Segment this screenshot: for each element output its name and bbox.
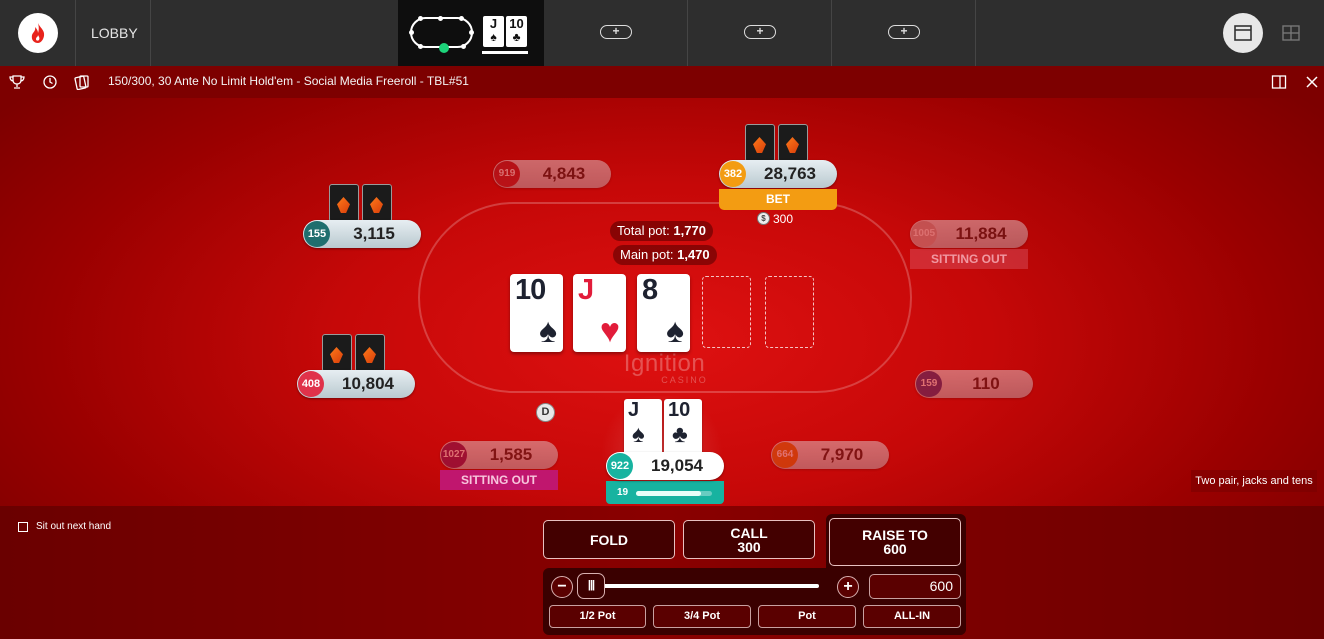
three-quarter-pot-button[interactable]: 3/4 Pot <box>653 605 751 628</box>
half-pot-button[interactable]: 1/2 Pot <box>549 605 646 628</box>
player-action-label: BET <box>719 189 837 210</box>
mini-hole-card: 10 ♣ <box>506 16 527 47</box>
player-stack: 1,585 <box>489 445 533 464</box>
single-table-view-button[interactable] <box>1223 13 1263 53</box>
hand-history-icon[interactable] <box>41 73 59 91</box>
bet-amount-input[interactable]: 600 <box>869 574 961 599</box>
bet-chip-icon: $ <box>757 212 770 225</box>
add-table-button[interactable]: + <box>888 25 920 39</box>
total-pot: Total pot: 1,770 <box>610 221 713 241</box>
community-card: 8 ♠ <box>637 274 690 352</box>
table-title: 150/300, 30 Ante No Limit Hold'em - Soci… <box>108 74 469 88</box>
player-rank-badge: 382 <box>720 161 746 187</box>
player-rank-badge: 159 <box>916 371 942 397</box>
player-rank-badge: 664 <box>772 442 798 468</box>
player-seat[interactable]: 155 3,115 <box>303 220 421 248</box>
decrease-bet-button[interactable]: − <box>551 576 573 598</box>
community-card: J ♥ <box>573 274 626 352</box>
add-table-button[interactable]: + <box>600 25 632 39</box>
community-card: 10 ♠ <box>510 274 563 352</box>
cards-info-icon[interactable] <box>73 73 91 91</box>
player-stack: 3,115 <box>353 224 395 243</box>
logo-cell <box>0 0 76 66</box>
table-brand-logo: Ignition CASINO <box>623 350 708 385</box>
sitting-out-label: SITTING OUT <box>910 249 1028 269</box>
table-title-bar: 150/300, 30 Ante No Limit Hold'em - Soci… <box>0 66 1324 98</box>
player-seat[interactable]: 1005 11,884 <box>910 220 1028 248</box>
player-seat[interactable]: 382 28,763 <box>719 160 837 188</box>
player-rank-badge: 922 <box>607 453 633 479</box>
opponent-card-back <box>745 124 775 162</box>
grid-icon <box>1282 25 1300 41</box>
window-icon <box>1234 25 1252 41</box>
all-in-button[interactable]: ALL-IN <box>863 605 961 628</box>
increase-bet-button[interactable]: + <box>837 576 859 598</box>
fold-button[interactable]: FOLD <box>543 520 675 559</box>
sit-out-label: Sit out next hand <box>36 521 112 532</box>
bet-slider-track[interactable] <box>603 584 819 588</box>
opponent-card-back <box>362 184 392 222</box>
lobby-tab[interactable]: LOBBY <box>76 0 151 66</box>
player-stack: 19,054 <box>651 456 703 475</box>
player-seat[interactable]: 664 7,970 <box>771 441 889 469</box>
opponent-card-back <box>329 184 359 222</box>
player-rank-badge: 155 <box>304 221 330 247</box>
sit-out-checkbox[interactable] <box>18 522 28 532</box>
opponent-card-back <box>322 334 352 372</box>
turn-timer-bar <box>482 51 528 54</box>
player-rank-badge: 1027 <box>441 442 467 468</box>
player-stack: 10,804 <box>342 374 394 393</box>
empty-card-slot <box>765 276 814 348</box>
pot-button[interactable]: Pot <box>758 605 856 628</box>
bet-amount: 300 <box>773 212 794 226</box>
player-seat[interactable]: 408 10,804 <box>297 370 415 398</box>
tile-view-button[interactable] <box>1271 13 1311 53</box>
ignition-logo[interactable] <box>18 13 58 53</box>
hero-seat[interactable]: 922 19,054 <box>606 452 724 480</box>
hero-seat-indicator <box>439 43 449 53</box>
raise-button[interactable]: RAISE TO 600 <box>829 518 961 566</box>
mini-hole-card: J ♠ <box>483 16 504 47</box>
player-seat[interactable]: 919 4,843 <box>493 160 611 188</box>
call-button[interactable]: CALL 300 <box>683 520 815 559</box>
hand-strength-description: Two pair, jacks and tens <box>1191 470 1317 492</box>
empty-card-slot <box>702 276 751 348</box>
player-rank-badge: 1005 <box>911 221 937 247</box>
opponent-card-back <box>355 334 385 372</box>
add-table-button[interactable]: + <box>744 25 776 39</box>
player-stack: 7,970 <box>820 445 864 464</box>
hero-timer-seconds: 19 <box>617 487 629 498</box>
top-navigation-bar: LOBBY J ♠ 10 ♣ + + + <box>0 0 1324 66</box>
hero-hole-card: 10 ♣ <box>664 399 702 455</box>
add-table-slot: + <box>832 0 976 66</box>
dealer-button: D <box>536 403 555 422</box>
main-pot: Main pot: 1,470 <box>613 245 717 265</box>
mini-table-icon <box>409 16 474 53</box>
trophy-icon[interactable] <box>8 73 26 91</box>
hero-hole-card: J ♠ <box>624 399 662 455</box>
sitting-out-label: SITTING OUT <box>440 470 558 490</box>
add-table-slot: + <box>544 0 688 66</box>
flame-icon <box>31 23 45 43</box>
hero-timer-panel: 19 <box>606 481 724 504</box>
player-stack: 4,843 <box>542 164 586 183</box>
player-rank-badge: 919 <box>494 161 520 187</box>
active-table-tab[interactable]: J ♠ 10 ♣ <box>398 0 544 66</box>
side-panel-icon[interactable] <box>1270 73 1288 91</box>
player-seat[interactable]: 1027 1,585 <box>440 441 558 469</box>
player-stack: 11,884 <box>955 224 1007 243</box>
hero-timer-track <box>636 491 712 496</box>
player-stack: 28,763 <box>764 164 816 183</box>
player-seat[interactable]: 159 110 <box>915 370 1033 398</box>
opponent-card-back <box>778 124 808 162</box>
hero-timer-fill <box>636 491 701 496</box>
player-rank-badge: 408 <box>298 371 324 397</box>
bet-slider-handle[interactable]: ||| <box>577 573 605 599</box>
close-icon[interactable] <box>1303 73 1321 91</box>
add-table-slot: + <box>688 0 832 66</box>
player-stack: 110 <box>972 374 1000 393</box>
